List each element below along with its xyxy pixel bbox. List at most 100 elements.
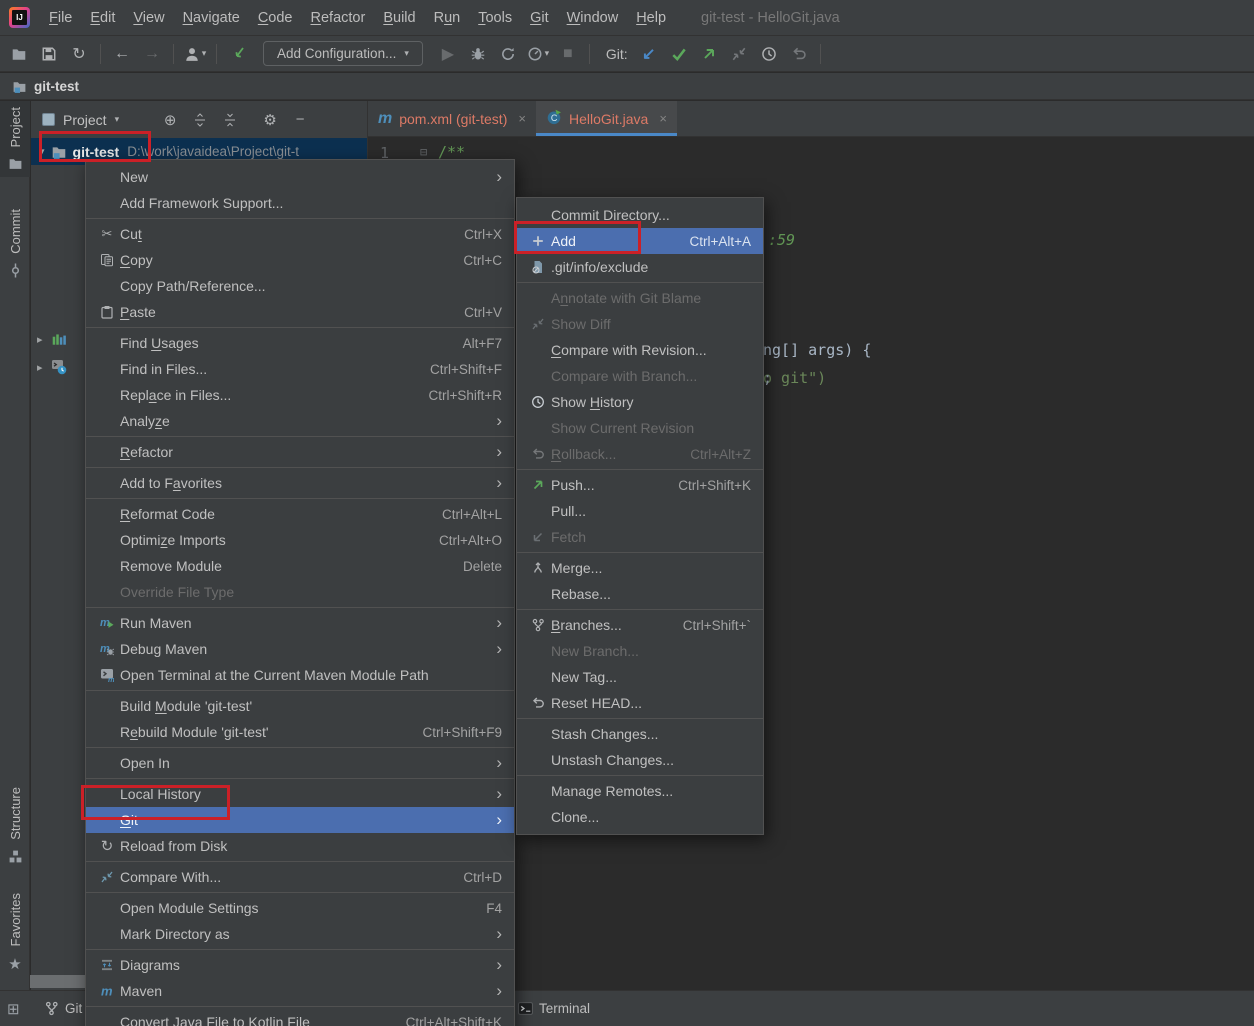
tree-item-external-libraries[interactable]: ▸ bbox=[37, 331, 67, 347]
menu-item-maven[interactable]: mMaven› bbox=[86, 978, 514, 1004]
debug-icon[interactable] bbox=[463, 41, 493, 67]
sync-icon[interactable]: ↻ bbox=[64, 41, 94, 67]
vcs-push-icon[interactable] bbox=[694, 41, 724, 67]
menu-item-compare-with-revision[interactable]: Compare with Revision... bbox=[517, 337, 763, 363]
menu-file[interactable]: File bbox=[40, 0, 81, 36]
menu-code[interactable]: Code bbox=[249, 0, 302, 36]
menu-item-open-terminal-at-the-current-maven-module-path[interactable]: mOpen Terminal at the Current Maven Modu… bbox=[86, 662, 514, 688]
chevron-collapsed-icon[interactable]: ▸ bbox=[37, 361, 43, 374]
tab-pom-xml-git-test[interactable]: mpom.xml (git-test)× bbox=[368, 101, 536, 136]
menu-item-copy-path-reference[interactable]: Copy Path/Reference... bbox=[86, 273, 514, 299]
menu-item-copy[interactable]: CopyCtrl+C bbox=[86, 247, 514, 273]
menu-item-manage-remotes[interactable]: Manage Remotes... bbox=[517, 778, 763, 804]
breadcrumb[interactable]: git-test bbox=[34, 79, 79, 94]
vcs-diff-icon[interactable] bbox=[724, 41, 754, 67]
menu-item-run-maven[interactable]: mRun Maven› bbox=[86, 610, 514, 636]
run-icon[interactable]: ▶ bbox=[433, 41, 463, 67]
vcs-commit-icon[interactable] bbox=[664, 41, 694, 67]
menu-item-reset-head[interactable]: Reset HEAD... bbox=[517, 690, 763, 716]
open-project-icon[interactable] bbox=[4, 41, 34, 67]
menu-help[interactable]: Help bbox=[627, 0, 675, 36]
forward-icon[interactable]: → bbox=[137, 41, 167, 67]
menu-item-find-in-files[interactable]: Find in Files...Ctrl+Shift+F bbox=[86, 356, 514, 382]
menu-item-mark-directory-as[interactable]: Mark Directory as› bbox=[86, 921, 514, 947]
menu-item-new-tag[interactable]: New Tag... bbox=[517, 664, 763, 690]
tool-button-commit[interactable]: Commit bbox=[0, 203, 30, 284]
locate-icon[interactable]: ⊕ bbox=[157, 108, 183, 132]
hide-panel-icon[interactable]: − bbox=[287, 108, 313, 132]
menu-build[interactable]: Build bbox=[374, 0, 424, 36]
menu-item-git[interactable]: Git› bbox=[86, 807, 514, 833]
collapse-all-icon[interactable] bbox=[217, 108, 243, 132]
menu-item-reformat-code[interactable]: Reformat CodeCtrl+Alt+L bbox=[86, 501, 514, 527]
tool-button-git[interactable]: Git bbox=[44, 1001, 82, 1016]
fold-marker-icon[interactable]: ⊟ bbox=[420, 145, 427, 159]
save-all-icon[interactable] bbox=[34, 41, 64, 67]
menu-item-refactor[interactable]: Refactor› bbox=[86, 439, 514, 465]
menu-item-reload-from-disk[interactable]: ↻Reload from Disk bbox=[86, 833, 514, 859]
close-icon[interactable]: × bbox=[659, 111, 667, 126]
menu-item-convert-java-file-to-kotlin-file[interactable]: Convert Java File to Kotlin FileCtrl+Alt… bbox=[86, 1009, 514, 1026]
window-layout-icon[interactable]: ⊞ bbox=[7, 1000, 20, 1018]
tool-button-structure[interactable]: Structure bbox=[0, 781, 30, 870]
menu-view[interactable]: View bbox=[124, 0, 173, 36]
menu-item-replace-in-files[interactable]: Replace in Files...Ctrl+Shift+R bbox=[86, 382, 514, 408]
menu-item-stash-changes[interactable]: Stash Changes... bbox=[517, 721, 763, 747]
menu-item-show-history[interactable]: Show History bbox=[517, 389, 763, 415]
menu-item-new[interactable]: New› bbox=[86, 164, 514, 190]
menu-tools[interactable]: Tools bbox=[469, 0, 521, 36]
horizontal-scrollbar-thumb[interactable] bbox=[30, 975, 87, 988]
menu-item-analyze[interactable]: Analyze› bbox=[86, 408, 514, 434]
vcs-update-icon[interactable]: ↙ bbox=[634, 41, 664, 67]
add-configuration-button[interactable]: Add Configuration...▾ bbox=[263, 41, 423, 66]
menu-item-merge[interactable]: Merge... bbox=[517, 555, 763, 581]
menu-item-rebase[interactable]: Rebase... bbox=[517, 581, 763, 607]
menu-item-add-to-favorites[interactable]: Add to Favorites› bbox=[86, 470, 514, 496]
menu-git[interactable]: Git bbox=[521, 0, 558, 36]
project-view-selector[interactable]: Project bbox=[63, 112, 107, 128]
menu-refactor[interactable]: Refactor bbox=[302, 0, 375, 36]
menu-item-debug-maven[interactable]: mDebug Maven› bbox=[86, 636, 514, 662]
chevron-collapsed-icon[interactable]: ▸ bbox=[37, 333, 43, 346]
menu-item-open-in[interactable]: Open In› bbox=[86, 750, 514, 776]
user-profile-icon[interactable]: ▾ bbox=[180, 41, 210, 67]
tool-button-favorites[interactable]: Favorites ★ bbox=[0, 887, 30, 979]
menu-item-unstash-changes[interactable]: Unstash Changes... bbox=[517, 747, 763, 773]
menu-item-branches[interactable]: Branches...Ctrl+Shift+` bbox=[517, 612, 763, 638]
menu-item-add-framework-support[interactable]: Add Framework Support... bbox=[86, 190, 514, 216]
menu-item-commit-directory[interactable]: Commit Directory... bbox=[517, 202, 763, 228]
menu-item-paste[interactable]: PasteCtrl+V bbox=[86, 299, 514, 325]
coverage-icon[interactable] bbox=[493, 41, 523, 67]
tool-button-project[interactable]: Project bbox=[0, 101, 30, 177]
tree-item-scratches[interactable]: ▸ bbox=[37, 359, 67, 375]
stop-icon[interactable]: ■ bbox=[553, 41, 583, 67]
menu-edit[interactable]: Edit bbox=[81, 0, 124, 36]
menu-item-find-usages[interactable]: Find UsagesAlt+F7 bbox=[86, 330, 514, 356]
gear-icon[interactable]: ⚙ bbox=[257, 108, 283, 132]
profiler-icon[interactable]: ▾ bbox=[523, 41, 553, 67]
menu-item-pull[interactable]: Pull... bbox=[517, 498, 763, 524]
menu-item-optimize-imports[interactable]: Optimize ImportsCtrl+Alt+O bbox=[86, 527, 514, 553]
tab-hellogit-java[interactable]: CHelloGit.java× bbox=[536, 101, 677, 136]
chevron-expanded-icon[interactable]: ▾ bbox=[39, 145, 45, 158]
menu-item-add[interactable]: AddCtrl+Alt+A bbox=[517, 228, 763, 254]
vcs-history-icon[interactable] bbox=[754, 41, 784, 67]
expand-all-icon[interactable] bbox=[187, 108, 213, 132]
menu-item-clone[interactable]: Clone... bbox=[517, 804, 763, 830]
menu-item-build-module-git-test[interactable]: Build Module 'git-test' bbox=[86, 693, 514, 719]
green-arrow-icon[interactable] bbox=[223, 41, 253, 67]
menu-item-local-history[interactable]: Local History› bbox=[86, 781, 514, 807]
menu-item-compare-with[interactable]: Compare With...Ctrl+D bbox=[86, 864, 514, 890]
menu-item-diagrams[interactable]: Diagrams› bbox=[86, 952, 514, 978]
menu-item-cut[interactable]: ✂CutCtrl+X bbox=[86, 221, 514, 247]
close-icon[interactable]: × bbox=[518, 111, 526, 126]
menu-run[interactable]: Run bbox=[425, 0, 470, 36]
menu-item-push[interactable]: Push...Ctrl+Shift+K bbox=[517, 472, 763, 498]
menu-window[interactable]: Window bbox=[558, 0, 628, 36]
menu-item-open-module-settings[interactable]: Open Module SettingsF4 bbox=[86, 895, 514, 921]
menu-item-rebuild-module-git-test[interactable]: Rebuild Module 'git-test'Ctrl+Shift+F9 bbox=[86, 719, 514, 745]
back-icon[interactable]: ← bbox=[107, 41, 137, 67]
tool-button-terminal[interactable]: Terminal bbox=[518, 1001, 590, 1016]
menu-navigate[interactable]: Navigate bbox=[174, 0, 249, 36]
vcs-rollback-icon[interactable] bbox=[784, 41, 814, 67]
